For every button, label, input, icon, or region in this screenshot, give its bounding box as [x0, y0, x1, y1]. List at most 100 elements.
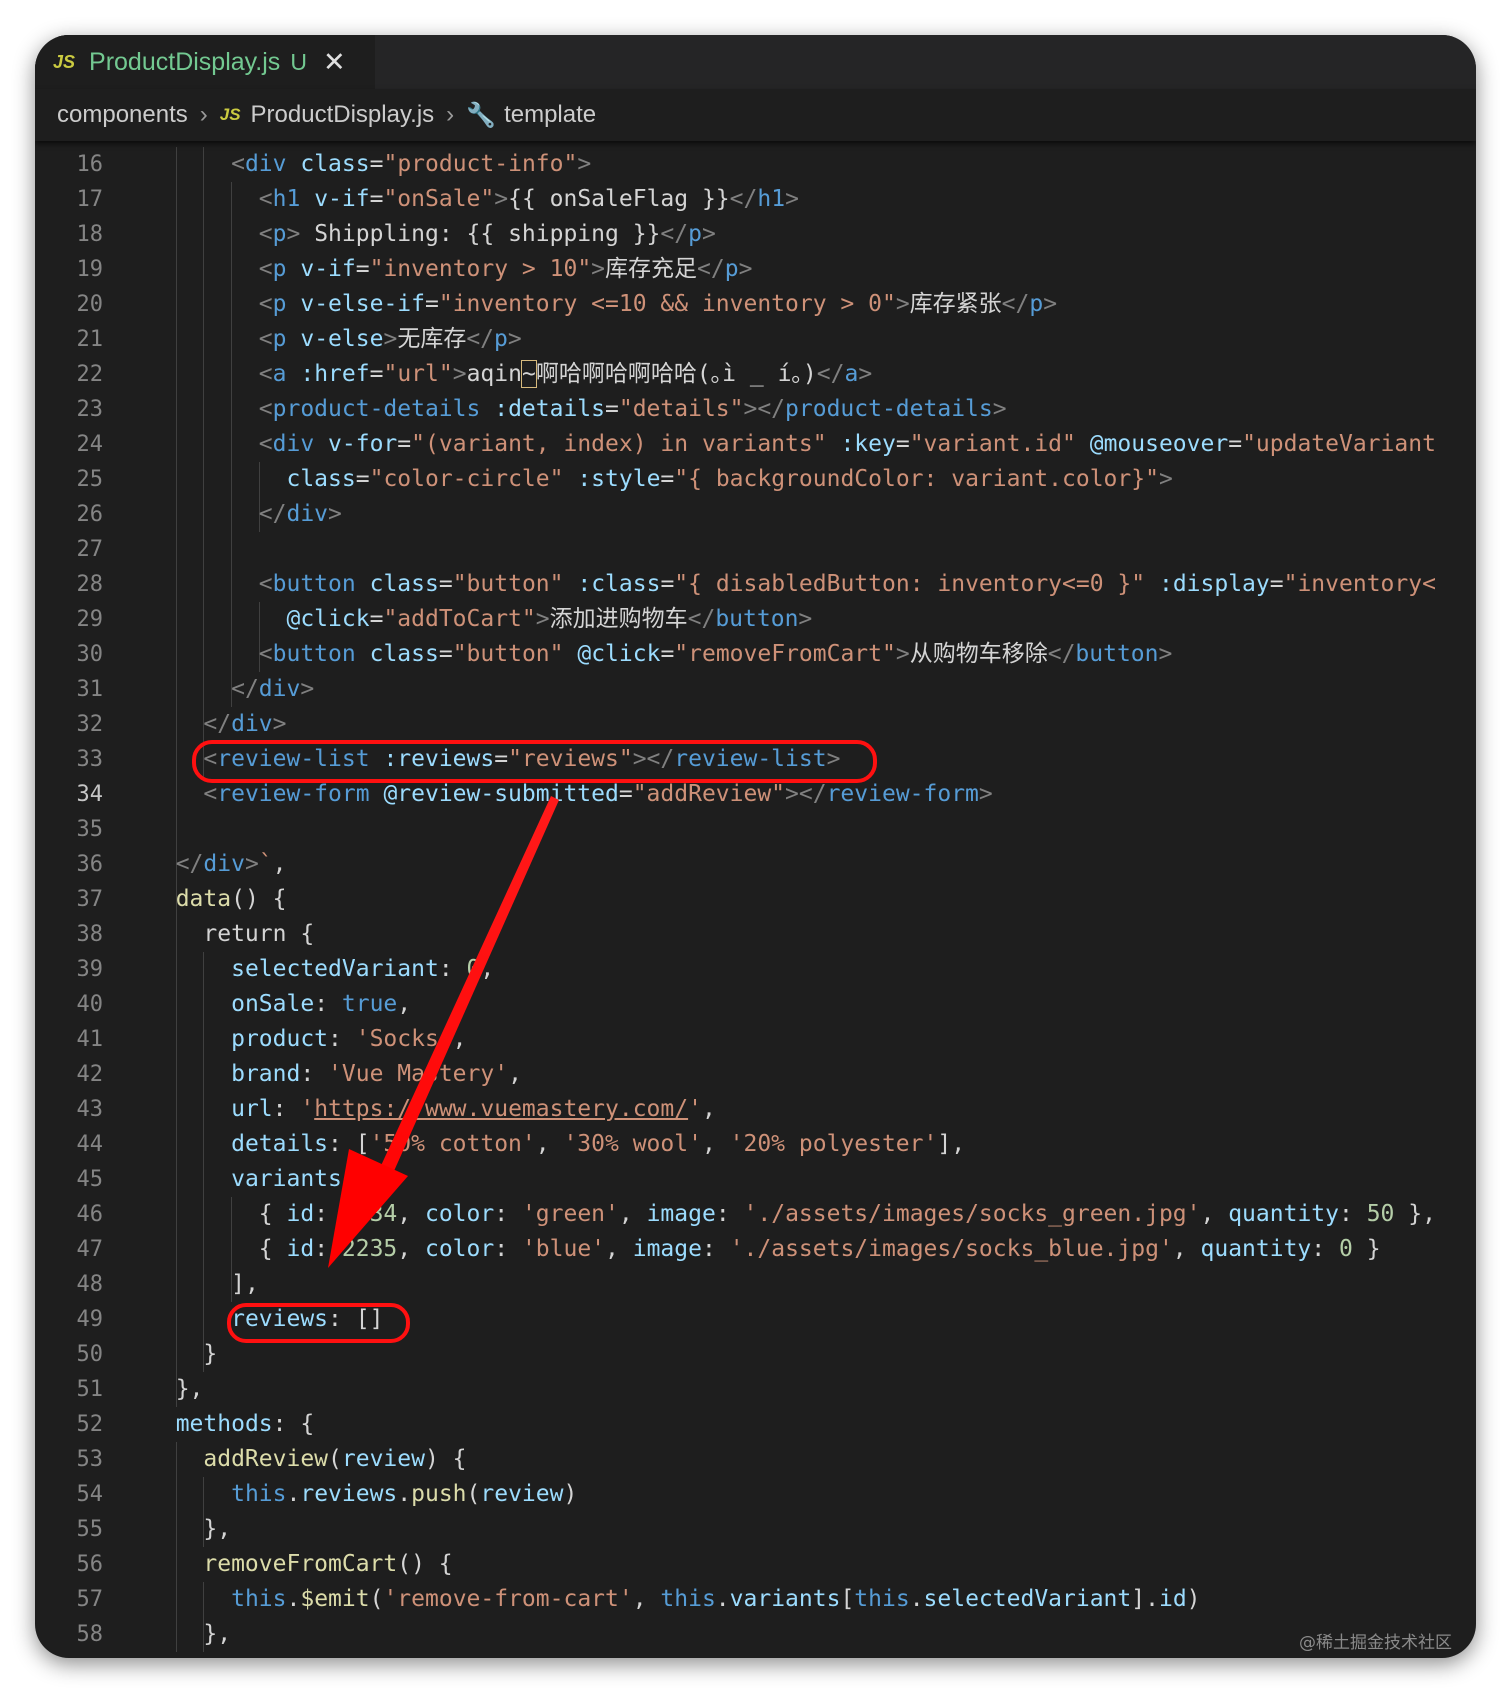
code-token: : []: [328, 1306, 384, 1332]
code-token: 2235: [341, 1236, 398, 1262]
code-token: >: [507, 326, 522, 352]
code-line[interactable]: 48 ],: [35, 1267, 1476, 1302]
code-line[interactable]: 51 },: [35, 1372, 1476, 1407]
code-line[interactable]: 24 <div v-for="(variant, index) in varia…: [35, 427, 1476, 462]
code-line[interactable]: 53 addReview(review) {: [35, 1442, 1476, 1477]
code-line[interactable]: 35: [35, 812, 1476, 847]
code-area[interactable]: 16 <div class="product-info"> 17 <h1 v-if…: [35, 141, 1476, 1658]
code-line[interactable]: 47 { id: 2235, color: 'blue', image: './…: [35, 1232, 1476, 1267]
code-token: </: [816, 361, 845, 387]
breadcrumb-item-template[interactable]: template: [504, 101, 596, 129]
code-token: div: [231, 711, 273, 737]
line-number: 21: [76, 327, 104, 352]
code-line[interactable]: 58 },: [35, 1617, 1476, 1652]
code-token: class: [286, 466, 356, 492]
line-number: 31: [76, 677, 104, 702]
breadcrumb-item-components[interactable]: components: [57, 101, 188, 129]
code-line[interactable]: 17 <h1 v-if="onSale">{{ onSaleFlag }}</h…: [35, 182, 1476, 217]
code-line[interactable]: 57 this.$emit('remove-from-cart', this.v…: [35, 1582, 1476, 1617]
code-token: "addToCart": [383, 606, 536, 632]
code-token: removeFromCart: [203, 1551, 398, 1577]
tab-product-display[interactable]: JS ProductDisplay.js U ✕: [35, 35, 375, 89]
code-line[interactable]: 19 <p v-if="inventory > 10">库存充足</p>: [35, 252, 1476, 287]
code-token: "onSale": [383, 186, 495, 212]
code-token: p: [272, 221, 287, 247]
code-line[interactable]: 50 }: [35, 1337, 1476, 1372]
code-text: methods: {: [148, 1407, 314, 1442]
code-line[interactable]: 26 </div>: [35, 497, 1476, 532]
code-line[interactable]: 56 removeFromCart() {: [35, 1547, 1476, 1582]
code-token: () {: [397, 1551, 453, 1577]
code-token: </: [175, 851, 204, 877]
breadcrumb-item-file[interactable]: ProductDisplay.js: [251, 101, 435, 129]
code-line[interactable]: 18 <p> Shippling: {{ shipping }}</p>: [35, 217, 1476, 252]
code-token: product-details: [272, 396, 481, 422]
code-token: :reviews: [383, 746, 495, 772]
code-token: (: [328, 1446, 342, 1472]
code-token: this: [231, 1481, 287, 1507]
code-token: methods: [175, 1411, 273, 1437]
code-token: ],: [937, 1131, 966, 1157]
code-line[interactable]: 42 brand: 'Vue Mastery',: [35, 1057, 1476, 1092]
code-text: <button class="button" :class="{ disable…: [148, 567, 1436, 602]
code-line[interactable]: 28 <button class="button" :class="{ disa…: [35, 567, 1476, 602]
code-token: >: [826, 746, 841, 772]
line-number: 53: [76, 1447, 104, 1472]
code-line[interactable]: 30 <button class="button" @click="remove…: [35, 637, 1476, 672]
code-line[interactable]: 16 <div class="product-info">: [35, 147, 1476, 182]
code-line[interactable]: 21 <p v-else>无库存</p>: [35, 322, 1476, 357]
close-icon[interactable]: ✕: [323, 47, 346, 78]
code-line[interactable]: 52 methods: {: [35, 1407, 1476, 1442]
code-line[interactable]: 49 reviews: []: [35, 1302, 1476, 1337]
line-number: 45: [76, 1167, 104, 1192]
code-token: <: [231, 151, 245, 177]
code-line[interactable]: 46 { id: 2234, color: 'green', image: '.…: [35, 1197, 1476, 1232]
code-token: >: [1043, 291, 1058, 317]
code-line[interactable]: 20 <p v-else-if="inventory <=10 && inven…: [35, 287, 1476, 322]
code-line[interactable]: 54 this.reviews.push(review): [35, 1477, 1476, 1512]
code-text: <h1 v-if="onSale">{{ onSaleFlag }}</h1>: [148, 182, 799, 217]
code-line[interactable]: 34 <review-form @review-submitted="addRe…: [35, 777, 1476, 812]
code-line[interactable]: 38 return {: [35, 917, 1476, 952]
code-line[interactable]: 27: [35, 532, 1476, 567]
code-line[interactable]: 40 onSale: true,: [35, 987, 1476, 1022]
code-line[interactable]: 43 url: 'https://www.vuemastery.com/',: [35, 1092, 1476, 1127]
code-token: 50: [1366, 1201, 1395, 1227]
line-number: 40: [76, 992, 104, 1017]
code-line[interactable]: 39 selectedVariant: 0,: [35, 952, 1476, 987]
code-token: './assets/images/socks_green.jpg': [743, 1201, 1201, 1227]
line-number: 39: [76, 957, 104, 982]
code-line[interactable]: 32 </div>: [35, 707, 1476, 742]
code-token: },: [203, 1621, 232, 1647]
code-line[interactable]: 55 },: [35, 1512, 1476, 1547]
code-line[interactable]: 23 <product-details :details="details"><…: [35, 392, 1476, 427]
code-line[interactable]: 45 variants: [: [35, 1162, 1476, 1197]
code-line[interactable]: 31 </div>: [35, 672, 1476, 707]
code-text: },: [148, 1617, 231, 1652]
line-number: 49: [76, 1307, 104, 1332]
code-text: <review-list :reviews="reviews"></review…: [148, 742, 840, 777]
code-line[interactable]: 41 product: 'Socks',: [35, 1022, 1476, 1057]
code-line[interactable]: 25 class="color-circle" :style="{ backgr…: [35, 462, 1476, 497]
code-token: : [: [341, 1166, 384, 1192]
code-token: >: [577, 151, 592, 177]
line-number: 52: [76, 1412, 104, 1437]
code-token: :: [1311, 1236, 1339, 1262]
code-text: ],: [148, 1267, 259, 1302]
code-line[interactable]: 33 <review-list :reviews="reviews"></rev…: [35, 742, 1476, 777]
code-line[interactable]: 37 data() {: [35, 882, 1476, 917]
code-line[interactable]: 22 <a :href="url">aqin~啊哈啊哈啊哈哈(｡ì _ í｡)<…: [35, 357, 1476, 392]
code-line[interactable]: 29 @click="addToCart">添加进购物车</button>: [35, 602, 1476, 637]
code-line[interactable]: 44 details: ['50% cotton', '30% wool', '…: [35, 1127, 1476, 1162]
code-token: ,: [480, 956, 495, 982]
code-line[interactable]: 36 </div>`,: [35, 847, 1476, 882]
code-token: p: [688, 221, 702, 247]
code-token: Shippling: {{ shipping }}: [300, 221, 661, 247]
code-token: >: [328, 501, 342, 527]
code-token: "button": [452, 641, 564, 667]
